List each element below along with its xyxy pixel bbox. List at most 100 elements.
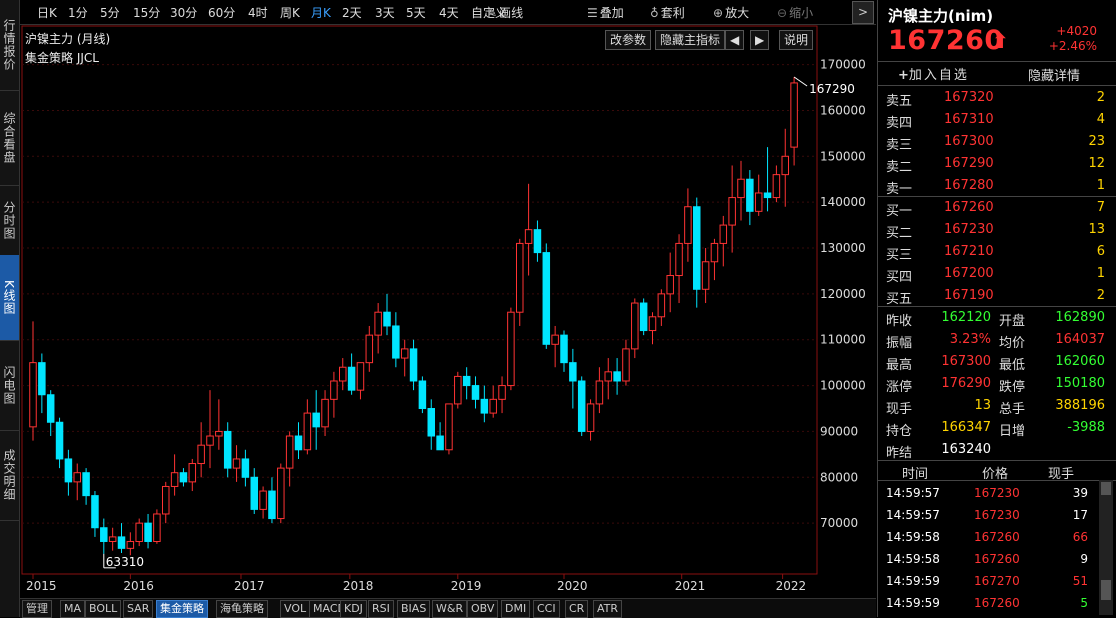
bid-price: 167200 [944,266,994,281]
hide-main-indicator-button[interactable]: 隐藏主指标 [655,30,726,50]
overlay-button[interactable]: ☰ 叠加 [587,4,624,21]
ask-row: 卖三 167300 23 [878,131,1116,153]
scrollbar-thumb[interactable] [1101,580,1111,600]
indicator-tab-13[interactable]: DMI [501,600,531,618]
x-tick-label: 2019 [451,579,482,593]
left-tab-2[interactable]: 分时图 [0,185,19,256]
indicator-tab-0[interactable]: 管理 [22,600,52,618]
tick-scrollbar[interactable] [1099,480,1113,615]
toolbar-next-button[interactable]: > [852,1,874,24]
candle-body [445,403,453,451]
indicator-tab-2[interactable]: BOLL [85,600,122,618]
zoom-out-button[interactable]: ⊖ 缩小 [777,4,813,21]
candle-body [188,463,197,483]
candle-body [710,242,719,263]
indicator-tab-14[interactable]: CCI [533,600,560,618]
tick-price: 167230 [974,486,1020,500]
indicator-tab-12[interactable]: OBV [467,600,499,618]
candle-body [772,174,781,199]
candle-body [631,302,639,350]
ask-price: 167290 [944,156,994,171]
period-button-4[interactable]: 30分 [170,4,197,21]
stat-v2: 164037 [1055,332,1105,347]
candle-body [206,435,214,446]
stat-row: 昨结 163240 [878,439,1116,461]
left-tab-0[interactable]: 行情报价 [0,0,19,91]
x-tick-label: 2022 [776,579,807,593]
candle-body [666,275,674,295]
bid-row: 买三 167210 6 [878,241,1116,263]
candle-body [117,536,126,549]
ask-row: 卖一 167280 1 [878,175,1116,197]
candle-body [46,394,55,423]
plot-frame [21,25,818,575]
divider [878,85,1116,86]
period-button-12[interactable]: 4天 [439,4,459,21]
candle-body [533,229,542,254]
price-change-percent: +2.46% [1048,39,1097,53]
add-watchlist-button[interactable]: +加入自选 [898,64,969,83]
indicator-tab-16[interactable]: ATR [593,600,623,618]
period-button-0[interactable]: 日K [37,4,57,21]
edit-params-button[interactable]: 改参数 [605,30,652,50]
period-button-7[interactable]: 周K [280,4,300,21]
tick-time: 14:59:57 [886,508,940,522]
last-price: 167260 [888,25,1004,56]
scroll-left-button[interactable]: ◀ [725,30,745,50]
indicator-tab-9[interactable]: RSI [368,600,394,618]
stat-l1: 昨收 [886,314,913,329]
x-tick-label: 2018 [343,579,374,593]
bid-price: 167210 [944,244,994,259]
stat-row: 振幅 3.23% 均价 164037 [878,329,1116,351]
x-tick-label: 2021 [675,579,706,593]
candle-body [754,192,763,212]
candle-body [569,362,577,382]
indicator-tab-5[interactable]: 海龟策略 [216,600,268,618]
period-button-1[interactable]: 1分 [68,4,88,21]
left-tab-1[interactable]: 综合看盘 [0,90,19,186]
arbitrage-button[interactable]: ♁ 套利 [650,4,685,21]
contract-title: 沪镍主力(nim) [888,7,994,25]
scrollbar-thumb[interactable] [1101,482,1111,495]
period-button-5[interactable]: 60分 [208,4,235,21]
indicator-tab-6[interactable]: VOL [280,600,311,618]
candle-body [82,472,90,497]
period-button-11[interactable]: 5天 [406,4,426,21]
left-tab-3[interactable]: K线图 [0,255,19,341]
period-button-10[interactable]: 3天 [375,4,395,21]
period-button-2[interactable]: 5分 [100,4,120,21]
quote-panel: 沪镍主力(nim) 167260 ⬆ +4020 +2.46% +加入自选 隐藏… [877,0,1116,617]
indicator-tab-1[interactable]: MA [60,600,86,618]
kline-chart[interactable]: 70000 80000 90000 100000 110000 120000 130000 1… [20,24,876,598]
candle-body [418,380,427,410]
indicator-tab-10[interactable]: BIAS [397,600,431,618]
stat-row: 持仓 166347 日增 -3988 [878,417,1116,439]
candle-body [684,206,692,244]
indicator-tab-4[interactable]: 集金策略 [156,600,208,618]
bid-price: 167230 [944,222,994,237]
candle-body [197,444,205,465]
database-icon: ☰ [587,6,598,20]
stat-l2: 日增 [999,424,1026,439]
indicator-tab-15[interactable]: CR [565,600,589,618]
stat-row: 最高 167300 最低 162060 [878,351,1116,373]
period-button-3[interactable]: 15分 [133,4,160,21]
hide-details-button[interactable]: 隐藏详情 [1028,65,1080,84]
indicator-tab-11[interactable]: W&R [432,600,468,618]
ask-row: 卖五 167320 2 [878,87,1116,109]
indicator-tab-8[interactable]: KDJ [340,600,367,618]
candle-body [268,490,276,520]
period-button-9[interactable]: 2天 [342,4,362,21]
indicator-tab-3[interactable]: SAR [123,600,154,618]
left-tab-5[interactable]: 成交明细 [0,430,19,521]
draw-tool-button[interactable]: ✎ 画线 [487,4,523,21]
help-button[interactable]: 说明 [779,30,814,50]
candle-body [489,398,497,414]
candle-body [144,522,152,542]
left-tab-4[interactable]: 闪电图 [0,340,19,431]
scroll-right-button[interactable]: ▶ [750,30,770,50]
period-button-8[interactable]: 月K [311,4,331,21]
candle-body [356,362,365,391]
zoom-in-button[interactable]: ⊕ 放大 [713,4,749,21]
period-button-6[interactable]: 4时 [248,4,268,21]
